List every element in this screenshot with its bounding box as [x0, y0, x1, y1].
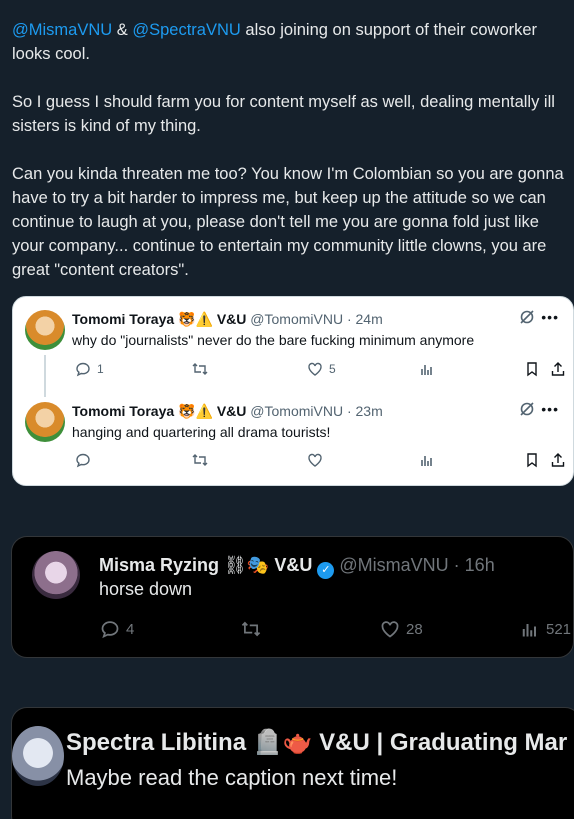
- timestamp[interactable]: · 16h: [454, 555, 495, 575]
- grok-icon[interactable]: [519, 401, 535, 417]
- bookmark-icon: [527, 362, 537, 377]
- like-button[interactable]: [307, 452, 323, 468]
- name-emoji: 🐯⚠️: [178, 311, 213, 327]
- heart-icon: [308, 362, 322, 376]
- name-emoji: 🐯⚠️: [178, 403, 213, 419]
- like-button[interactable]: 28: [380, 619, 423, 639]
- bookmark-icon: [527, 453, 537, 468]
- views-icon: [421, 456, 432, 466]
- name-emoji: 🪦🫖: [252, 729, 313, 756]
- like-button[interactable]: 5: [307, 361, 336, 377]
- reply-icon: [76, 362, 90, 377]
- retweet-icon: [241, 621, 261, 637]
- tweet-actions: 4 28 521: [100, 619, 572, 643]
- ampersand: &: [112, 21, 133, 39]
- retweet-button[interactable]: [191, 452, 209, 468]
- reply-icon: [76, 453, 90, 468]
- share-icon: [551, 453, 565, 467]
- reply-icon: [101, 621, 119, 639]
- avatar[interactable]: [12, 726, 64, 786]
- tweet-text: why do "journalists" never do the bare f…: [72, 332, 475, 348]
- share-button[interactable]: [550, 452, 566, 468]
- views-icon: [421, 365, 432, 375]
- views-count: 521: [546, 620, 572, 638]
- avatar[interactable]: [32, 551, 80, 599]
- display-name[interactable]: Tomomi Toraya: [72, 311, 174, 327]
- mention-misma[interactable]: @MismaVNU: [12, 21, 112, 39]
- reply-button[interactable]: 4: [100, 619, 134, 639]
- reply-count: 1: [97, 362, 104, 376]
- post-paragraph-3: Can you kinda threaten me too? You know …: [12, 165, 564, 279]
- retweet-button[interactable]: [191, 361, 209, 377]
- views-button[interactable]: [419, 361, 435, 377]
- tweet-text: hanging and quartering all drama tourist…: [72, 424, 331, 440]
- affiliation: V&U | Graduating Mar: [319, 729, 568, 756]
- affiliation: V&U: [216, 311, 247, 327]
- verified-badge-icon: ✓: [317, 562, 335, 579]
- tweet-header: Spectra Libitina 🪦🫖 V&U | Graduating Mar: [66, 728, 567, 758]
- display-name[interactable]: Spectra Libitina: [66, 729, 246, 756]
- share-button[interactable]: [550, 361, 566, 377]
- views-button[interactable]: [419, 452, 435, 468]
- screenshot-tweet-spectra[interactable]: Spectra Libitina 🪦🫖 V&U | Graduating Mar…: [11, 707, 574, 819]
- reply-count: 4: [126, 620, 135, 638]
- share-icon: [551, 362, 565, 376]
- tweet-text: Maybe read the caption next time!: [66, 765, 398, 790]
- post-text: @MismaVNU & @SpectraVNU also joining on …: [12, 18, 570, 306]
- avatar[interactable]: [25, 310, 65, 350]
- more-options-icon[interactable]: •••: [541, 401, 559, 417]
- tweet-header: Tomomi Toraya 🐯⚠️ V&U @TomomiVNU · 24m: [72, 310, 383, 328]
- handle[interactable]: @MismaVNU: [339, 555, 448, 575]
- retweet-icon: [192, 454, 208, 466]
- handle[interactable]: @TomomiVNU: [250, 311, 343, 327]
- retweet-icon: [192, 363, 208, 375]
- display-name[interactable]: Tomomi Toraya: [72, 403, 174, 419]
- affiliation: V&U: [216, 403, 247, 419]
- like-count: 5: [329, 362, 336, 376]
- name-emoji: ⛓🎭: [224, 555, 270, 575]
- affiliation: V&U: [274, 555, 313, 575]
- like-count: 28: [406, 620, 423, 638]
- embedded-thread-card[interactable]: Tomomi Toraya 🐯⚠️ V&U @TomomiVNU · 24m •…: [12, 296, 574, 486]
- bookmark-button[interactable]: [524, 361, 540, 377]
- handle[interactable]: @TomomiVNU: [250, 403, 343, 419]
- tweet-text: horse down: [99, 579, 193, 599]
- reply-button[interactable]: [75, 452, 91, 468]
- tweet-actions: [75, 452, 565, 472]
- views-button[interactable]: 521: [520, 619, 571, 639]
- grok-icon[interactable]: [519, 309, 535, 325]
- display-name[interactable]: Misma Ryzing: [99, 555, 219, 575]
- retweet-button[interactable]: [240, 619, 262, 639]
- heart-icon: [308, 453, 322, 467]
- tweet-header: Misma Ryzing ⛓🎭 V&U ✓ @MismaVNU · 16h: [99, 553, 495, 579]
- views-icon: [522, 624, 536, 637]
- reply-button[interactable]: 1: [75, 361, 104, 377]
- timestamp[interactable]: · 24m: [347, 311, 383, 327]
- more-options-icon[interactable]: •••: [541, 309, 559, 325]
- post-paragraph-1: @MismaVNU & @SpectraVNU also joining on …: [12, 18, 570, 66]
- screenshot-tweet-misma[interactable]: Misma Ryzing ⛓🎭 V&U ✓ @MismaVNU · 16h ho…: [11, 536, 574, 658]
- heart-icon: [381, 621, 399, 638]
- avatar[interactable]: [25, 402, 65, 442]
- timestamp[interactable]: · 23m: [347, 403, 383, 419]
- bookmark-button[interactable]: [524, 452, 540, 468]
- mention-spectra[interactable]: @SpectraVNU: [132, 21, 240, 39]
- thread-connector: [44, 355, 46, 397]
- tweet-header: Tomomi Toraya 🐯⚠️ V&U @TomomiVNU · 23m: [72, 402, 383, 420]
- tweet-actions: 1 5: [75, 361, 565, 381]
- post-paragraph-2: So I guess I should farm you for content…: [12, 93, 555, 135]
